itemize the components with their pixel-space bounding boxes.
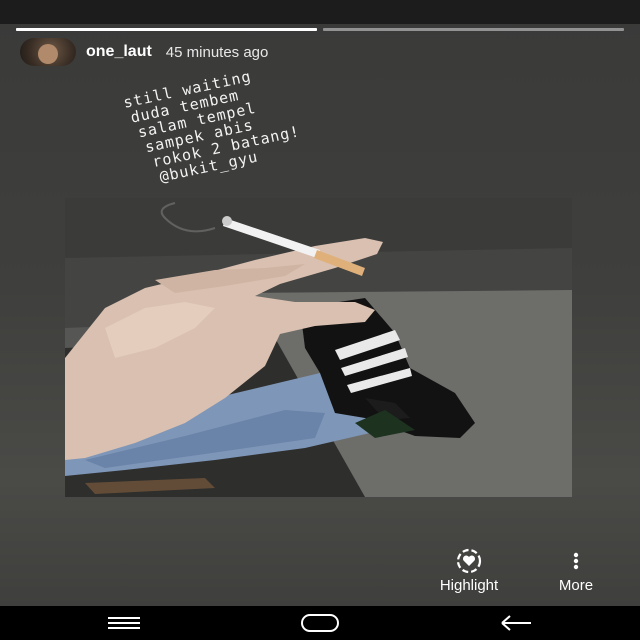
heart-circle-icon (456, 548, 482, 574)
system-nav-bar (0, 606, 640, 640)
vertical-dots-icon (573, 552, 579, 570)
nav-menu-button[interactable] (84, 606, 164, 640)
story-screen: one_laut 45 minutes ago still waiting du… (0, 0, 640, 640)
back-arrow-icon (501, 615, 531, 631)
menu-lines-icon (108, 617, 140, 629)
timestamp: 45 minutes ago (165, 43, 269, 61)
nav-back-button[interactable] (476, 606, 556, 640)
avatar[interactable] (20, 38, 76, 66)
nav-home-button[interactable] (280, 606, 360, 640)
highlight-label: Highlight (439, 577, 499, 594)
story-photo (65, 198, 572, 497)
avatar-face (38, 44, 58, 64)
progress-segment-1 (16, 28, 317, 31)
story-progress (16, 28, 624, 31)
username[interactable]: one_laut (86, 43, 152, 61)
more-button[interactable]: More (540, 546, 612, 594)
home-oval-icon (301, 614, 339, 632)
status-bar (0, 0, 640, 24)
more-label: More (558, 577, 594, 594)
progress-segment-2 (323, 28, 624, 31)
highlight-icon-wrap (448, 546, 490, 576)
highlight-button[interactable]: Highlight (420, 546, 518, 594)
story-header: one_laut 45 minutes ago (20, 38, 268, 66)
more-icon-wrap (571, 546, 581, 576)
progress-fill-1 (16, 28, 317, 31)
photo-illustration (65, 198, 572, 497)
